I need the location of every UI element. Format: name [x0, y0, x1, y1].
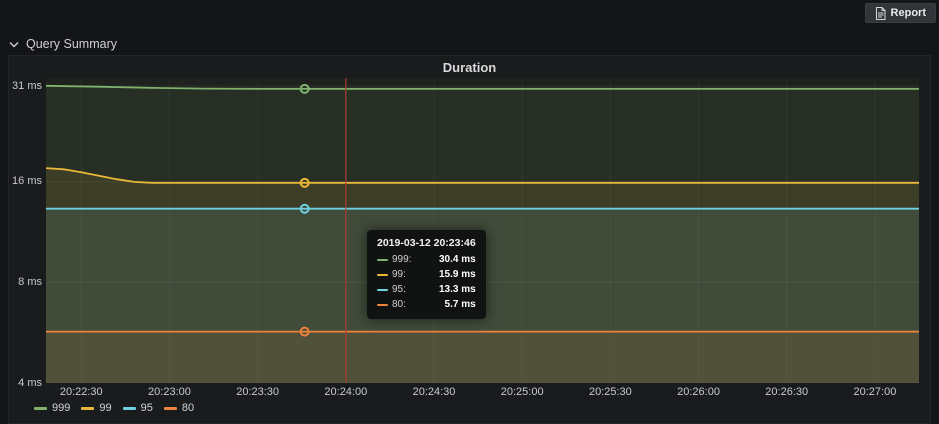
tooltip-series-dash-icon [377, 258, 388, 261]
tooltip-series-name: 95: [392, 284, 406, 295]
tooltip-series-dash-icon [377, 303, 388, 306]
chart-tooltip: 2019-03-12 20:23:46 999: 30.4 ms 99: 15.9 m… [367, 230, 486, 319]
legend-series-label: 95 [140, 402, 153, 414]
tooltip-series-name: 999: [392, 254, 412, 265]
legend-series-label: 80 [181, 402, 195, 414]
series-fill-80 [46, 331, 919, 383]
x-axis-tick-label: 20:26:00 [677, 386, 720, 398]
y-axis-tick-label: 16 ms [12, 175, 42, 188]
tooltip-series-name: 80: [392, 299, 406, 310]
y-axis-tick-label: 8 ms [18, 275, 42, 288]
tooltip-timestamp: 2019-03-12 20:23:46 [377, 237, 476, 249]
chevron-down-icon [9, 37, 19, 51]
report-document-icon [875, 6, 886, 20]
legend-series-label: 99 [99, 402, 112, 414]
tooltip-rows: 999: 30.4 ms 99: 15.9 ms 95: 13.3 ms 80: 5.7 ms [377, 254, 476, 310]
tooltip-series-value: 13.3 ms [438, 284, 476, 295]
x-axis-tick-label: 20:26:30 [765, 386, 809, 398]
tooltip-series-row: 95: 13.3 ms [377, 284, 476, 295]
report-button-label: Report [890, 7, 926, 19]
legend-item-95[interactable]: 95 [122, 402, 153, 414]
chart-legend: 999 99 95 80 [34, 402, 194, 414]
legend-series-dash-icon [34, 406, 47, 410]
x-axis-tick-label: 20:25:00 [500, 386, 544, 398]
duration-panel: Duration 31 ms 16 ms 8 ms 4 ms 20:22:30 20:23… [8, 55, 931, 424]
y-axis-tick-label: 4 ms [18, 376, 42, 389]
tooltip-series-name: 99: [392, 269, 406, 280]
page: { "page": { "bg": "#141517" }, "topbar":… [0, 0, 939, 424]
legend-item-999[interactable]: 999 [34, 402, 70, 414]
x-axis-tick-label: 20:27:00 [853, 386, 897, 398]
tooltip-series-row: 80: 5.7 ms [377, 299, 476, 310]
legend-series-dash-icon [163, 406, 177, 410]
report-button[interactable]: Report [864, 3, 936, 23]
legend-series-dash-icon [122, 406, 136, 410]
legend-item-99[interactable]: 99 [81, 402, 112, 414]
x-axis-tick-label: 20:23:00 [148, 386, 191, 398]
tooltip-series-row: 999: 30.4 ms [377, 254, 476, 265]
section-title: Query Summary [26, 37, 117, 51]
y-axis-tick-label: 31 ms [12, 79, 42, 92]
x-axis-tick-label: 20:24:30 [412, 386, 456, 398]
tooltip-series-value: 15.9 ms [438, 269, 476, 280]
tooltip-series-value: 5.7 ms [444, 299, 476, 310]
tooltip-series-dash-icon [377, 273, 388, 276]
x-axis-tick-label: 20:23:30 [236, 386, 280, 398]
section-header-query-summary[interactable]: Query Summary [9, 37, 117, 51]
x-axis-tick-label: 20:24:00 [324, 386, 368, 398]
x-axis-tick-label: 20:25:30 [588, 386, 632, 398]
legend-item-80[interactable]: 80 [163, 402, 195, 414]
legend-series-label: 999 [52, 402, 71, 414]
tooltip-series-dash-icon [377, 288, 388, 291]
legend-series-dash-icon [81, 406, 95, 410]
tooltip-series-row: 99: 15.9 ms [377, 269, 476, 280]
tooltip-series-value: 30.4 ms [438, 254, 476, 265]
panel-title[interactable]: Duration [9, 60, 930, 75]
x-axis-tick-label: 20:22:30 [59, 386, 103, 398]
